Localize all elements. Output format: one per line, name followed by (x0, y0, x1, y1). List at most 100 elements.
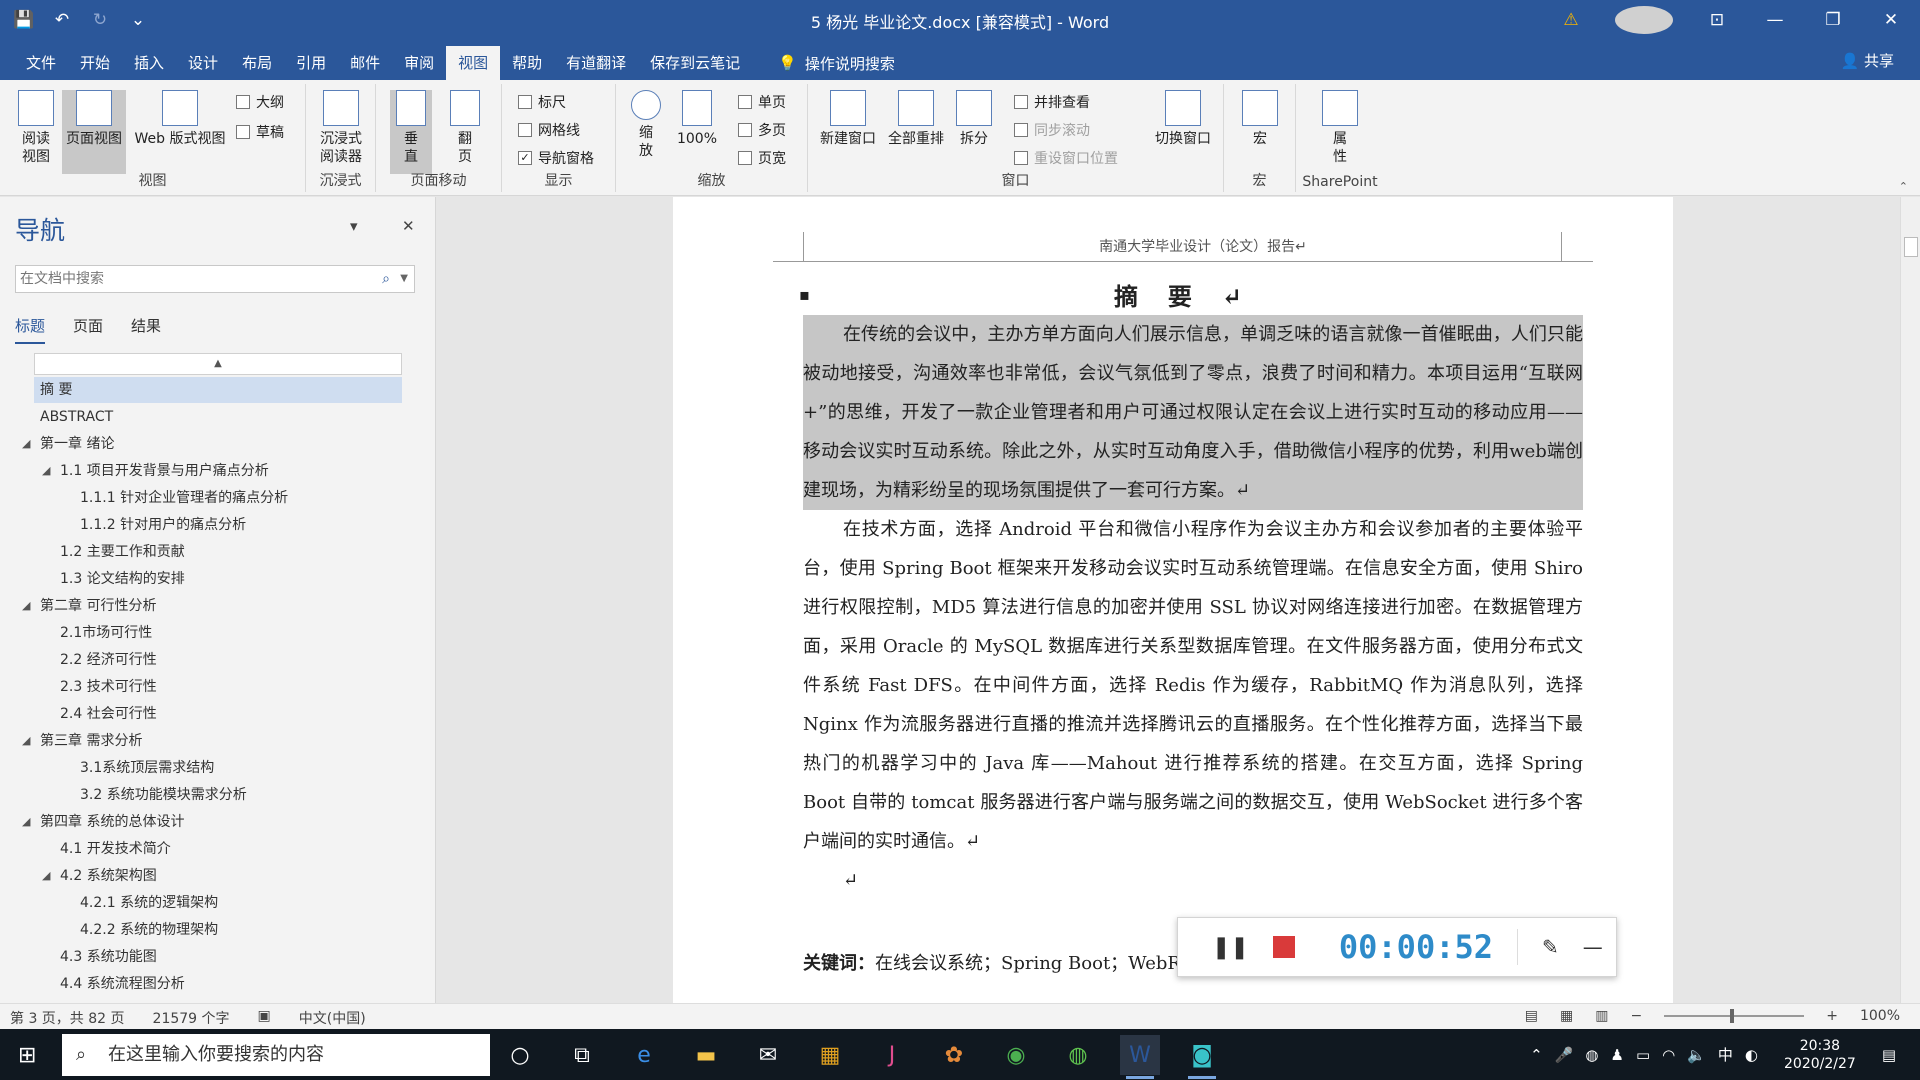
proofing-icon[interactable]: ▣ (258, 1008, 271, 1028)
nav-heading-item[interactable]: 1.1.2 针对用户的痛点分析 (80, 512, 246, 538)
collapse-triangle-icon[interactable]: ◢ (22, 437, 30, 450)
wechat-icon[interactable]: ◍ (1058, 1035, 1098, 1075)
tab-11[interactable]: 保存到云笔记 (638, 46, 752, 80)
nav-heading-item[interactable]: 4.2 系统架构图 (60, 863, 157, 889)
web-layout-button[interactable]: Web 版式视图 (128, 90, 232, 148)
nav-heading-item[interactable]: 2.2 经济可行性 (60, 647, 157, 673)
scroll-up-bar[interactable]: ▲ (34, 353, 402, 375)
nav-heading-item[interactable]: 4.2.1 系统的逻辑架构 (80, 890, 218, 916)
properties-button[interactable]: 属 性 (1320, 90, 1360, 166)
nav-heading-item[interactable]: 1.1.1 针对企业管理者的痛点分析 (80, 485, 288, 511)
zoom-slider[interactable] (1664, 1009, 1805, 1023)
nav-heading-item[interactable]: 摘 要 (34, 377, 402, 403)
nav-heading-item[interactable]: 4.4 系统流程图分析 (60, 971, 185, 997)
switch-windows-button[interactable]: 切换窗口 (1148, 90, 1218, 148)
nav-heading-item[interactable]: 1.1 项目开发背景与用户痛点分析 (60, 458, 269, 484)
read-mode-status-icon[interactable]: ▤ (1525, 1008, 1538, 1024)
ruler-checkbox[interactable]: 标尺 (518, 92, 566, 112)
zoom-out-icon[interactable]: − (1631, 1008, 1643, 1024)
nav-heading-item[interactable]: 4.3 系统功能图 (60, 944, 157, 970)
nav-pane-checkbox[interactable]: ✓ 导航窗格 (518, 148, 594, 168)
zoom-100-button[interactable]: 100% (674, 90, 720, 148)
tray-overflow-icon[interactable]: ⌃ (1530, 1046, 1543, 1064)
abstract-paragraph-1[interactable]: 在传统的会议中，主办方单方面向人们展示信息，单调乏味的语言就像一首催眠曲，人们只… (803, 315, 1583, 510)
cortana-icon[interactable]: ○ (500, 1035, 540, 1075)
zoom-button[interactable]: 缩 放 (626, 90, 666, 160)
read-mode-button[interactable]: 阅读 视图 (10, 90, 62, 166)
recorder-icon[interactable]: ◙ (1182, 1035, 1222, 1079)
split-button[interactable]: 拆分 (954, 90, 994, 148)
tell-me-search[interactable]: 💡 操作说明搜索 (752, 46, 895, 80)
nav-heading-item[interactable]: 4.2.2 系统的物理架构 (80, 917, 218, 943)
search-icon[interactable]: ⌕ (382, 266, 390, 292)
ime-indicator[interactable]: 中 (1718, 1044, 1733, 1065)
collapse-triangle-icon[interactable]: ◢ (22, 599, 30, 612)
collapse-triangle-icon[interactable]: ◢ (22, 734, 30, 747)
taskbar-clock[interactable]: 20:38 2020/2/27 (1784, 1037, 1856, 1073)
sync-scroll-button[interactable]: 同步滚动 (1014, 120, 1090, 140)
ribbon-display-options-icon[interactable]: ⊡ (1688, 10, 1746, 30)
nav-tab-2[interactable]: 结果 (131, 315, 161, 344)
print-layout-button[interactable]: 页面视图 (62, 90, 126, 174)
side-to-side-button[interactable]: 翻 页 (444, 90, 486, 166)
page-count[interactable]: 第 3 页，共 82 页 (10, 1008, 125, 1028)
view-side-by-side-button[interactable]: 并排查看 (1014, 92, 1090, 112)
nav-heading-item[interactable]: 1.3 论文结构的安排 (60, 566, 185, 592)
file-explorer-icon[interactable]: ▬ (686, 1035, 726, 1075)
nav-heading-item[interactable]: ABSTRACT (40, 404, 113, 430)
tab-4[interactable]: 布局 (230, 46, 284, 80)
microphone-icon[interactable]: 🎤 (1555, 1046, 1574, 1064)
search-dropdown-icon[interactable]: ▼ (400, 266, 408, 292)
document-page[interactable]: 南通大学毕业设计（论文）报告↵ ▪ 摘要↵ 在传统的会议中，主办方单方面向人们展… (673, 197, 1673, 1003)
vertical-scrollbar[interactable] (1900, 197, 1920, 1003)
ime-mode-icon[interactable]: ◐ (1745, 1046, 1758, 1064)
nav-heading-item[interactable]: 4.1 开发技术简介 (60, 836, 171, 862)
tab-0[interactable]: 文件 (14, 46, 68, 80)
tab-2[interactable]: 插入 (122, 46, 176, 80)
abstract-body[interactable]: 在传统的会议中，主办方单方面向人们展示信息，单调乏味的语言就像一首催眠曲，人们只… (803, 315, 1583, 900)
tab-6[interactable]: 邮件 (338, 46, 392, 80)
multiple-pages-button[interactable]: 多页 (738, 120, 786, 140)
word-count[interactable]: 21579 个字 (153, 1008, 230, 1028)
warning-icon[interactable]: ⚠ (1542, 10, 1600, 30)
zoom-in-icon[interactable]: + (1826, 1008, 1838, 1024)
battery-icon[interactable]: ▭ (1636, 1046, 1650, 1064)
nav-search-input[interactable]: 在文档中搜索 ⌕ ▼ (15, 265, 415, 293)
close-button[interactable]: ✕ (1862, 10, 1920, 30)
jetbrains-icon[interactable]: J (872, 1035, 912, 1075)
tab-9[interactable]: 帮助 (500, 46, 554, 80)
new-window-button[interactable]: 新建窗口 (816, 90, 880, 148)
nav-heading-item[interactable]: 2.4 社会可行性 (60, 701, 157, 727)
volume-icon[interactable]: 🔈 (1687, 1046, 1706, 1064)
page-width-button[interactable]: 页宽 (738, 148, 786, 168)
wechat-tray-icon[interactable]: ◍ (1585, 1046, 1598, 1064)
user-avatar[interactable] (1615, 6, 1673, 34)
arrange-all-button[interactable]: 全部重排 (884, 90, 948, 148)
abstract-paragraph-2[interactable]: 在技术方面，选择 Android 平台和微信小程序作为会议主办方和会议参加者的主… (803, 510, 1583, 861)
tab-1[interactable]: 开始 (68, 46, 122, 80)
tab-3[interactable]: 设计 (176, 46, 230, 80)
immersive-reader-button[interactable]: 沉浸式 阅读器 (310, 90, 372, 166)
tab-8[interactable]: 视图 (446, 46, 501, 80)
task-view-icon[interactable]: ⧉ (562, 1035, 602, 1075)
nav-heading-item[interactable]: 第二章 可行性分析 (40, 593, 156, 619)
nav-heading-item[interactable]: 第一章 绪论 (40, 431, 114, 457)
print-layout-status-icon[interactable]: ▦ (1560, 1008, 1573, 1024)
nav-heading-item[interactable]: 第四章 系统的总体设计 (40, 809, 184, 835)
language-indicator[interactable]: 中文(中国) (299, 1008, 366, 1028)
edge-icon[interactable]: e (624, 1035, 664, 1075)
blank-paragraph[interactable]: ↵ (803, 861, 1583, 900)
nav-heading-item[interactable]: 2.1市场可行性 (60, 620, 152, 646)
tab-7[interactable]: 审阅 (392, 46, 446, 80)
share-button[interactable]: 👤 共享 (1841, 50, 1894, 71)
collapse-ribbon-icon[interactable]: ⌃ (1899, 180, 1908, 193)
stop-icon[interactable] (1272, 936, 1295, 958)
nav-heading-item[interactable]: 1.2 主要工作和贡献 (60, 539, 185, 565)
nav-heading-item[interactable]: 3.2 系统功能模块需求分析 (80, 782, 247, 808)
maximize-button[interactable]: ❐ (1804, 10, 1862, 30)
zoom-level[interactable]: 100% (1860, 1008, 1900, 1024)
nav-tab-1[interactable]: 页面 (73, 315, 103, 344)
minimize-button[interactable]: — (1746, 10, 1804, 30)
chrome-icon[interactable]: ◉ (996, 1035, 1036, 1075)
app-icon-yellow[interactable]: ▦ (810, 1035, 850, 1075)
